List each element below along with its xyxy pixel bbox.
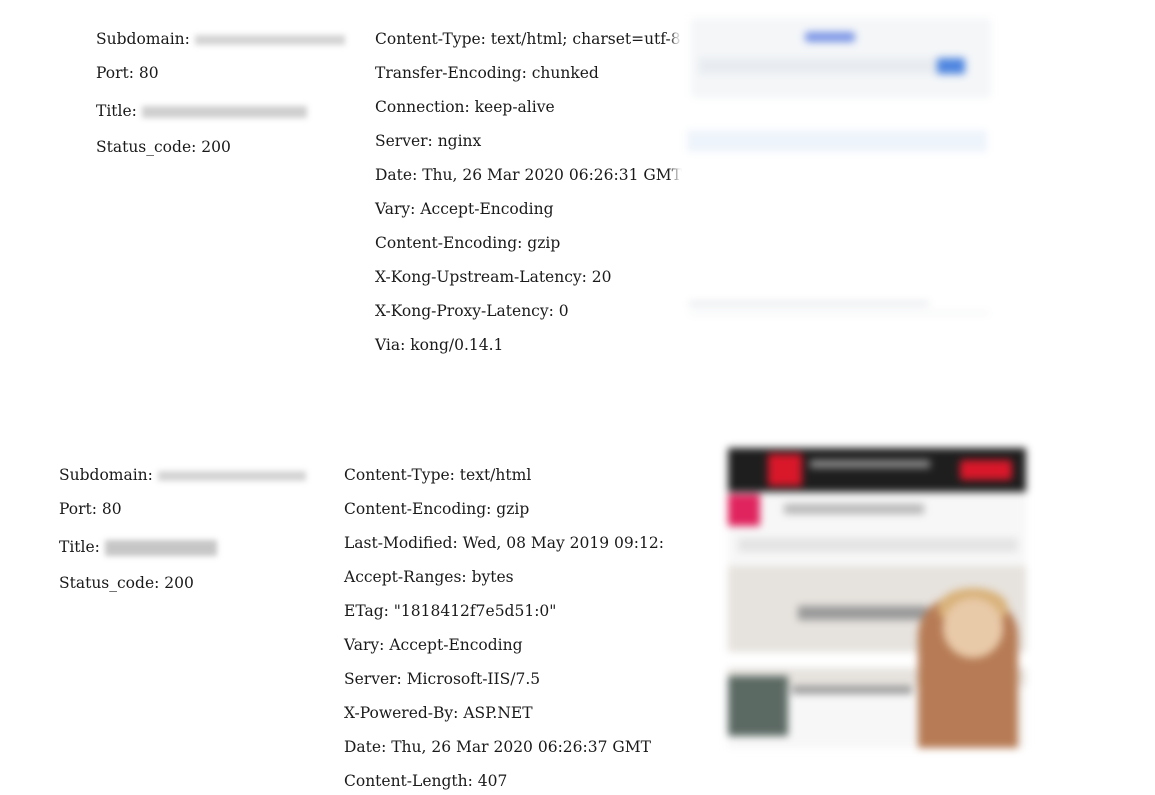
search-bar-shape	[738, 538, 1018, 552]
panel-heading-shape	[805, 32, 855, 42]
subdomain-label: Subdomain:	[96, 30, 190, 48]
title-label: Title:	[59, 538, 100, 556]
status-code-row: Status_code: 200	[96, 138, 231, 156]
divider-line	[689, 312, 989, 314]
thumbnail-tile-shape	[728, 676, 788, 736]
status-code-row: Status_code: 200	[59, 574, 194, 592]
header-line: X-Kong-Upstream-Latency: 20	[375, 268, 612, 286]
subdomain-row: Subdomain:	[59, 465, 306, 485]
redacted-subdomain	[157, 471, 306, 481]
header-line: Date: Thu, 26 Mar 2020 06:26:31 GMT	[375, 166, 682, 184]
header-line: Connection: keep-alive	[375, 98, 555, 116]
header-line: Date: Thu, 26 Mar 2020 06:26:37 GMT	[344, 738, 651, 756]
title-row: Title:	[96, 101, 307, 121]
title-row: Title:	[59, 537, 217, 557]
info-bar-shape	[687, 130, 987, 152]
subdomain-row: Subdomain:	[96, 29, 345, 49]
page-screenshot-thumbnail	[675, 12, 1005, 362]
header-line: Vary: Accept-Encoding	[375, 200, 554, 218]
brand-icon	[728, 494, 760, 526]
search-button-shape	[937, 58, 965, 74]
header-line: Via: kong/0.14.1	[375, 336, 504, 354]
redacted-title	[104, 540, 217, 556]
person-face-shape	[943, 598, 1003, 658]
header-text-shape	[810, 460, 930, 468]
header-line: ETag: "1818412f7e5d51:0"	[344, 602, 557, 620]
redacted-subdomain	[194, 35, 345, 45]
subdomain-label: Subdomain:	[59, 466, 153, 484]
header-line: Server: nginx	[375, 132, 482, 150]
header-line: Transfer-Encoding: chunked	[375, 64, 599, 82]
header-button-shape	[960, 460, 1012, 480]
header-line: X-Kong-Proxy-Latency: 0	[375, 302, 569, 320]
header-line: Content-Length: 407	[344, 772, 508, 790]
search-field-shape	[699, 58, 937, 74]
header-line: Server: Microsoft-IIS/7.5	[344, 670, 541, 688]
header-line: Content-Encoding: gzip	[344, 500, 530, 518]
header-line: X-Powered-By: ASP.NET	[344, 704, 533, 722]
header-line: Last-Modified: Wed, 08 May 2019 09:12:39…	[344, 534, 664, 552]
title-label: Title:	[96, 102, 137, 120]
nav-shape	[784, 504, 924, 514]
header-line: Content-Encoding: gzip	[375, 234, 561, 252]
header-line: Accept-Ranges: bytes	[344, 568, 514, 586]
redacted-title	[141, 106, 307, 118]
caption-text-shape	[792, 686, 912, 694]
logo-icon	[768, 454, 802, 486]
header-line: Vary: Accept-Encoding	[344, 636, 523, 654]
hero-text-shape	[798, 606, 928, 620]
port-row: Port: 80	[59, 500, 122, 518]
divider-line	[689, 302, 929, 305]
port-row: Port: 80	[96, 64, 159, 82]
header-line: Content-Type: text/html; charset=utf-8	[375, 30, 681, 48]
header-line: Content-Type: text/html	[344, 466, 532, 484]
page-screenshot-thumbnail	[728, 448, 1026, 748]
